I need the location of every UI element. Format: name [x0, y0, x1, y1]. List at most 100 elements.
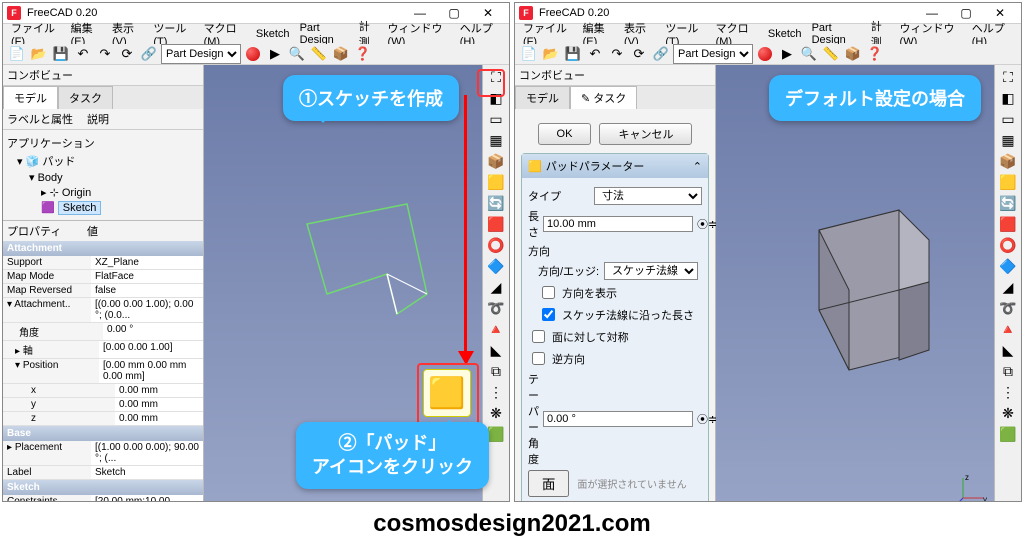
- pad-parameters-panel: 🟨パッドパラメーター⌃ タイプ寸法 長さ⦿≑ 方向 方向/エッジ:スケッチ法線 …: [521, 153, 709, 502]
- link-icon[interactable]: 🔗: [651, 44, 671, 64]
- box-tool-icon[interactable]: 📦: [997, 151, 1019, 171]
- symmetric-checkbox[interactable]: [532, 330, 545, 343]
- record-icon[interactable]: [755, 44, 775, 64]
- pad-icon[interactable]: 🟨: [485, 172, 507, 192]
- length-input[interactable]: [543, 216, 693, 232]
- section-base: Base: [3, 426, 203, 441]
- new-icon[interactable]: 📄: [7, 44, 27, 64]
- iso-view-icon[interactable]: ◧: [997, 88, 1019, 108]
- fillet-icon[interactable]: 🔺: [485, 319, 507, 339]
- mirror-icon[interactable]: ⧉: [997, 361, 1019, 381]
- tree-origin[interactable]: ▸ ⊹ Origin: [7, 185, 199, 200]
- spinner-icon[interactable]: ⦿≑: [697, 411, 717, 427]
- prop-col-value: 値: [87, 223, 98, 239]
- save-icon[interactable]: 💾: [563, 44, 583, 64]
- fit-all-icon[interactable]: ⛶: [997, 67, 1019, 87]
- tab-model[interactable]: モデル: [515, 86, 570, 109]
- box-icon[interactable]: 📦: [843, 44, 863, 64]
- tree-body[interactable]: ▾ Body: [7, 170, 199, 185]
- revolution-icon[interactable]: 🔄: [997, 193, 1019, 213]
- undo-icon[interactable]: ↶: [73, 44, 93, 64]
- collapse-icon[interactable]: ⌃: [693, 160, 702, 173]
- boolean-icon[interactable]: 🟩: [997, 424, 1019, 444]
- menu-sketch[interactable]: Sketch: [764, 26, 806, 42]
- help-icon[interactable]: ❓: [865, 44, 885, 64]
- length-label: 長さ: [528, 208, 539, 240]
- face-button[interactable]: 面: [528, 470, 569, 497]
- tree-sketch[interactable]: 🟪 Sketch: [7, 200, 199, 216]
- revolution-icon[interactable]: 🔄: [485, 193, 507, 213]
- hole-icon[interactable]: ⭕: [997, 235, 1019, 255]
- task-panel: OK キャンセル 🟨パッドパラメーター⌃ タイプ寸法 長さ⦿≑ 方向 方向/エッ…: [515, 109, 715, 502]
- prop-col-name: プロパティ: [7, 223, 87, 239]
- search-icon[interactable]: 🔍: [287, 44, 307, 64]
- reverse-checkbox[interactable]: [532, 352, 545, 365]
- tab-task[interactable]: ✎ タスク: [570, 86, 637, 109]
- callout-2: ②「パッド」アイコンをクリック: [296, 422, 489, 489]
- cancel-button[interactable]: キャンセル: [599, 123, 692, 145]
- groove-icon[interactable]: 🔷: [997, 256, 1019, 276]
- edge-select[interactable]: スケッチ法線: [604, 262, 698, 280]
- link-icon[interactable]: 🔗: [139, 44, 159, 64]
- measure-icon[interactable]: 📏: [821, 44, 841, 64]
- show-direction-checkbox[interactable]: [542, 286, 555, 299]
- refresh-icon[interactable]: ⟳: [117, 44, 137, 64]
- groove-icon[interactable]: 🔷: [485, 256, 507, 276]
- measure-icon[interactable]: 📏: [309, 44, 329, 64]
- arrow-line: [464, 95, 467, 355]
- sweep-icon[interactable]: ➰: [485, 298, 507, 318]
- taper-input[interactable]: [543, 411, 693, 427]
- stop-icon[interactable]: ▶: [777, 44, 797, 64]
- redo-icon[interactable]: ↷: [607, 44, 627, 64]
- loft-icon[interactable]: ◢: [997, 277, 1019, 297]
- chamfer-icon[interactable]: ◣: [997, 340, 1019, 360]
- fillet-icon[interactable]: 🔺: [997, 319, 1019, 339]
- workbench-select[interactable]: Part Design: [673, 44, 753, 64]
- model-tree[interactable]: アプリケーション ▾ 🧊 パッド ▾ Body ▸ ⊹ Origin 🟪 Ske…: [3, 130, 203, 220]
- hole-icon[interactable]: ⭕: [485, 235, 507, 255]
- type-select[interactable]: 寸法: [594, 187, 702, 205]
- mirror-icon[interactable]: ⧉: [485, 361, 507, 381]
- ok-button[interactable]: OK: [538, 123, 592, 145]
- along-normal-checkbox[interactable]: [542, 308, 555, 321]
- help-icon[interactable]: ❓: [353, 44, 373, 64]
- pad-small-icon: 🟨: [528, 160, 542, 173]
- save-icon[interactable]: 💾: [51, 44, 71, 64]
- tree-pad[interactable]: ▾ 🧊 パッド: [7, 152, 199, 170]
- top-view-icon[interactable]: ▦: [485, 130, 507, 150]
- pad-icon[interactable]: 🟨: [997, 172, 1019, 192]
- tab-model[interactable]: モデル: [3, 86, 58, 109]
- menu-sketch[interactable]: Sketch: [252, 26, 294, 42]
- stop-icon[interactable]: ▶: [265, 44, 285, 64]
- linear-pattern-icon[interactable]: ⋮: [997, 382, 1019, 402]
- undo-icon[interactable]: ↶: [585, 44, 605, 64]
- polar-pattern-icon[interactable]: ❋: [485, 403, 507, 423]
- front-view-icon[interactable]: ▭: [997, 109, 1019, 129]
- sweep-icon[interactable]: ➰: [997, 298, 1019, 318]
- new-icon[interactable]: 📄: [519, 44, 539, 64]
- workbench-select[interactable]: Part Design: [161, 44, 241, 64]
- freecad-window-right: F FreeCAD 0.20 — ▢ ✕ ファイル(F) 編集(E) 表示(V)…: [514, 2, 1022, 502]
- spinner-icon[interactable]: ⦿≑: [697, 216, 717, 232]
- box-tool-icon[interactable]: 📦: [485, 151, 507, 171]
- linear-pattern-icon[interactable]: ⋮: [485, 382, 507, 402]
- open-icon[interactable]: 📂: [29, 44, 49, 64]
- polar-pattern-icon[interactable]: ❋: [997, 403, 1019, 423]
- open-icon[interactable]: 📂: [541, 44, 561, 64]
- tree-col-label: ラベルと属性: [7, 111, 87, 127]
- menubar: ファイル(F) 編集(E) 表示(V) ツール(T) マクロ(M) Sketch…: [515, 24, 1021, 44]
- search-icon[interactable]: 🔍: [799, 44, 819, 64]
- chamfer-icon[interactable]: ◣: [485, 340, 507, 360]
- section-sketch: Sketch: [3, 480, 203, 495]
- tab-task[interactable]: タスク: [58, 86, 113, 109]
- front-view-icon[interactable]: ▭: [485, 109, 507, 129]
- pocket-icon[interactable]: 🟥: [997, 214, 1019, 234]
- pocket-icon[interactable]: 🟥: [485, 214, 507, 234]
- top-view-icon[interactable]: ▦: [997, 130, 1019, 150]
- redo-icon[interactable]: ↷: [95, 44, 115, 64]
- loft-icon[interactable]: ◢: [485, 277, 507, 297]
- box-icon[interactable]: 📦: [331, 44, 351, 64]
- 3d-viewport[interactable]: zy Fパッド : 1✕ ⛶ ◧ ▭ ▦ 📦 🟨 🔄 🟥 ⭕ 🔷 ◢ ➰ 🔺 ◣…: [716, 65, 1021, 502]
- refresh-icon[interactable]: ⟳: [629, 44, 649, 64]
- record-icon[interactable]: [243, 44, 263, 64]
